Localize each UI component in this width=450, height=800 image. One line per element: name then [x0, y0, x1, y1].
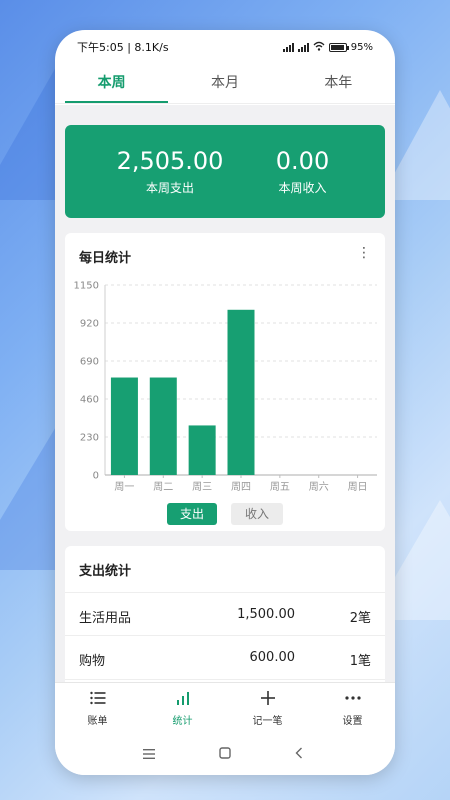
x-tick-label: 周一 — [114, 481, 134, 493]
x-tick-label: 周四 — [231, 481, 251, 493]
nav-label: 账单 — [87, 716, 108, 727]
system-nav-bar — [55, 735, 395, 775]
nav-settings[interactable]: 设置 — [310, 683, 395, 735]
y-tick-label: 230 — [80, 433, 99, 444]
x-tick-label: 周日 — [348, 481, 368, 493]
daily-stats-title: 每日统计 — [79, 251, 132, 266]
income-summary: 0.00 本周收入 — [265, 147, 340, 196]
expense-stats-card: 支出统计 生活用品 1,500.00 2笔 购物 600.00 1笔 — [65, 546, 385, 682]
chart-bar — [149, 377, 177, 475]
battery-percent: 95% — [350, 41, 373, 53]
chart-bar — [188, 425, 216, 475]
y-tick-label: 460 — [80, 395, 99, 406]
income-total: 0.00 — [275, 147, 330, 175]
nav-label: 记一笔 — [252, 716, 283, 727]
toggle-expense-button[interactable]: 支出 — [167, 503, 217, 525]
nav-label: 统计 — [172, 716, 193, 727]
category-count: 1笔 — [349, 654, 371, 669]
signal-icon — [297, 42, 309, 52]
x-tick-label: 周六 — [309, 481, 329, 493]
bottom-nav: 账单 统计 记一笔 设置 — [55, 682, 395, 735]
main-content: 2,505.00 本周支出 0.00 本周收入 0 230 460 690 920 115… — [55, 105, 395, 682]
battery-icon — [328, 42, 349, 52]
nav-label: 设置 — [342, 716, 363, 727]
list-item[interactable]: 生活用品 1,500.00 2笔 — [65, 592, 385, 636]
toggle-income-button[interactable]: 收入 — [231, 503, 283, 525]
nav-add-record[interactable]: 记一笔 — [225, 683, 310, 735]
status-bar: 下午5:05 | 8.1K/s 95% — [55, 30, 395, 64]
tab-week[interactable]: 本周 — [55, 64, 169, 103]
income-label: 本周收入 — [278, 181, 327, 195]
period-tabs: 本周 本月 本年 — [55, 64, 395, 104]
more-dots-icon — [310, 689, 395, 707]
phone-frame: 下午5:05 | 8.1K/s 95% 本周 本月 本年 2,505.00 本周… — [55, 30, 395, 775]
daily-stats-card: 0 230 460 690 920 1150 周一 周二 周三 周四 周五 周六 周日 每日统计 ⋮ 支… — [65, 233, 385, 531]
summary-card: 2,505.00 本周支出 0.00 本周收入 — [65, 125, 385, 218]
y-tick-label: 690 — [80, 357, 99, 368]
expense-label: 本周支出 — [145, 181, 194, 195]
status-time: 下午5:05 | 8.1K/s — [77, 41, 169, 54]
category-amount: 1,500.00 — [237, 607, 295, 622]
x-tick-label: 周三 — [192, 481, 212, 493]
signal-icon — [282, 42, 294, 52]
wifi-icon — [313, 41, 325, 54]
category-amount: 600.00 — [249, 650, 296, 665]
y-tick-label: 920 — [80, 319, 99, 330]
nav-bills[interactable]: 账单 — [55, 683, 140, 735]
expense-stats-title: 支出统计 — [79, 564, 132, 579]
daily-bar-chart: 0 230 460 690 920 1150 周一 周二 周三 周四 周五 周六 周日 — [74, 281, 377, 493]
expense-summary: 2,505.00 本周支出 — [115, 147, 225, 196]
plus-icon — [225, 689, 310, 707]
tab-year[interactable]: 本年 — [282, 64, 395, 103]
x-tick-label: 周二 — [153, 481, 173, 493]
bar-chart-icon — [140, 689, 225, 707]
more-vert-icon[interactable]: ⋮ — [357, 246, 371, 260]
back-icon[interactable] — [295, 747, 303, 763]
nav-stats[interactable]: 统计 — [140, 683, 225, 735]
list-item[interactable]: 购物 600.00 1笔 — [65, 636, 385, 680]
y-tick-label: 1150 — [74, 281, 99, 292]
tab-month[interactable]: 本月 — [168, 64, 281, 103]
chart-bar — [110, 377, 138, 475]
category-count: 2笔 — [349, 611, 371, 626]
home-icon[interactable] — [219, 747, 231, 763]
category-name: 购物 — [79, 654, 106, 669]
menu-icon[interactable] — [143, 747, 155, 763]
y-tick-label: 0 — [93, 471, 99, 482]
expense-total: 2,505.00 — [116, 147, 224, 175]
x-tick-label: 周五 — [270, 481, 290, 493]
list-icon — [55, 689, 140, 707]
chart-bar — [227, 309, 255, 475]
category-name: 生活用品 — [79, 611, 132, 626]
